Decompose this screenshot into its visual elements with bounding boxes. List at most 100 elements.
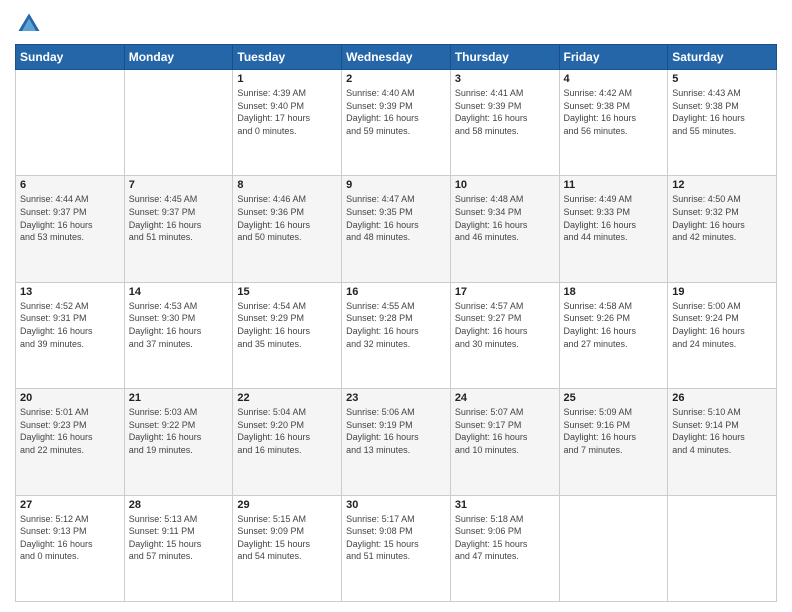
- calendar-week-row: 1 Sunrise: 4:39 AM Sunset: 9:40 PM Daylig…: [16, 70, 777, 176]
- day-info: Sunrise: 4:46 AM Sunset: 9:36 PM Dayligh…: [237, 193, 337, 243]
- calendar-week-row: 20 Sunrise: 5:01 AM Sunset: 9:23 PM Dayli…: [16, 389, 777, 495]
- day-number: 23: [346, 392, 446, 404]
- day-number: 6: [20, 179, 120, 191]
- day-number: 27: [20, 499, 120, 511]
- calendar-cell: 27 Sunrise: 5:12 AM Sunset: 9:13 PM Dayli…: [16, 495, 125, 601]
- calendar-week-row: 6Sunrise: 4:44 AM Sunset: 9:37 PM Daylig…: [16, 176, 777, 282]
- day-info: Sunrise: 4:57 AM Sunset: 9:27 PM Dayligh…: [455, 300, 555, 350]
- day-number: 19: [672, 286, 772, 298]
- calendar-cell: 22Sunrise: 5:04 AM Sunset: 9:20 PM Dayli…: [233, 389, 342, 495]
- day-info: Sunrise: 4:47 AM Sunset: 9:35 PM Dayligh…: [346, 193, 446, 243]
- day-info: Sunrise: 4:58 AM Sunset: 9:26 PM Dayligh…: [564, 300, 664, 350]
- calendar-cell: [16, 70, 125, 176]
- calendar-cell: 15Sunrise: 4:54 AM Sunset: 9:29 PM Dayli…: [233, 282, 342, 388]
- day-info: Sunrise: 5:10 AM Sunset: 9:14 PM Dayligh…: [672, 406, 772, 456]
- day-of-week-header: Sunday: [16, 45, 125, 70]
- calendar-cell: 19 Sunrise: 5:00 AM Sunset: 9:24 PM Dayli…: [668, 282, 777, 388]
- day-number: 18: [564, 286, 664, 298]
- day-info: Sunrise: 5:13 AM Sunset: 9:11 PM Dayligh…: [129, 513, 229, 563]
- calendar-cell: 1 Sunrise: 4:39 AM Sunset: 9:40 PM Daylig…: [233, 70, 342, 176]
- day-info: Sunrise: 5:12 AM Sunset: 9:13 PM Dayligh…: [20, 513, 120, 563]
- calendar-cell: 14 Sunrise: 4:53 AM Sunset: 9:30 PM Dayli…: [124, 282, 233, 388]
- day-number: 16: [346, 286, 446, 298]
- day-info: Sunrise: 4:50 AM Sunset: 9:32 PM Dayligh…: [672, 193, 772, 243]
- day-info: Sunrise: 5:06 AM Sunset: 9:19 PM Dayligh…: [346, 406, 446, 456]
- calendar-cell: 4 Sunrise: 4:42 AM Sunset: 9:38 PM Daylig…: [559, 70, 668, 176]
- calendar-cell: [559, 495, 668, 601]
- day-info: Sunrise: 5:01 AM Sunset: 9:23 PM Dayligh…: [20, 406, 120, 456]
- calendar-cell: 17 Sunrise: 4:57 AM Sunset: 9:27 PM Dayli…: [450, 282, 559, 388]
- calendar-week-row: 27 Sunrise: 5:12 AM Sunset: 9:13 PM Dayli…: [16, 495, 777, 601]
- calendar-cell: 24Sunrise: 5:07 AM Sunset: 9:17 PM Dayli…: [450, 389, 559, 495]
- logo-icon: [15, 10, 43, 38]
- day-info: Sunrise: 4:52 AM Sunset: 9:31 PM Dayligh…: [20, 300, 120, 350]
- day-number: 20: [20, 392, 120, 404]
- day-info: Sunrise: 5:03 AM Sunset: 9:22 PM Dayligh…: [129, 406, 229, 456]
- day-number: 30: [346, 499, 446, 511]
- day-info: Sunrise: 5:18 AM Sunset: 9:06 PM Dayligh…: [455, 513, 555, 563]
- calendar-cell: 26 Sunrise: 5:10 AM Sunset: 9:14 PM Dayli…: [668, 389, 777, 495]
- calendar-cell: [124, 70, 233, 176]
- day-of-week-header: Monday: [124, 45, 233, 70]
- day-number: 28: [129, 499, 229, 511]
- calendar-cell: 8Sunrise: 4:46 AM Sunset: 9:36 PM Daylig…: [233, 176, 342, 282]
- day-info: Sunrise: 4:42 AM Sunset: 9:38 PM Dayligh…: [564, 87, 664, 137]
- calendar-cell: 9 Sunrise: 4:47 AM Sunset: 9:35 PM Daylig…: [342, 176, 451, 282]
- day-of-week-header: Wednesday: [342, 45, 451, 70]
- day-number: 3: [455, 73, 555, 85]
- day-of-week-header: Friday: [559, 45, 668, 70]
- calendar-cell: 3Sunrise: 4:41 AM Sunset: 9:39 PM Daylig…: [450, 70, 559, 176]
- day-number: 1: [237, 73, 337, 85]
- day-number: 5: [672, 73, 772, 85]
- day-info: Sunrise: 5:00 AM Sunset: 9:24 PM Dayligh…: [672, 300, 772, 350]
- day-of-week-header: Thursday: [450, 45, 559, 70]
- day-number: 31: [455, 499, 555, 511]
- calendar-cell: [668, 495, 777, 601]
- calendar-cell: 30 Sunrise: 5:17 AM Sunset: 9:08 PM Dayli…: [342, 495, 451, 601]
- day-number: 10: [455, 179, 555, 191]
- day-info: Sunrise: 5:09 AM Sunset: 9:16 PM Dayligh…: [564, 406, 664, 456]
- day-number: 17: [455, 286, 555, 298]
- day-number: 13: [20, 286, 120, 298]
- day-info: Sunrise: 4:39 AM Sunset: 9:40 PM Dayligh…: [237, 87, 337, 137]
- day-info: Sunrise: 4:43 AM Sunset: 9:38 PM Dayligh…: [672, 87, 772, 137]
- day-info: Sunrise: 4:45 AM Sunset: 9:37 PM Dayligh…: [129, 193, 229, 243]
- day-info: Sunrise: 4:53 AM Sunset: 9:30 PM Dayligh…: [129, 300, 229, 350]
- calendar-cell: 16 Sunrise: 4:55 AM Sunset: 9:28 PM Dayli…: [342, 282, 451, 388]
- calendar-cell: 28 Sunrise: 5:13 AM Sunset: 9:11 PM Dayli…: [124, 495, 233, 601]
- day-number: 25: [564, 392, 664, 404]
- calendar-cell: 5 Sunrise: 4:43 AM Sunset: 9:38 PM Daylig…: [668, 70, 777, 176]
- page: SundayMondayTuesdayWednesdayThursdayFrid…: [0, 0, 792, 612]
- day-number: 11: [564, 179, 664, 191]
- calendar-cell: 11 Sunrise: 4:49 AM Sunset: 9:33 PM Dayli…: [559, 176, 668, 282]
- day-number: 21: [129, 392, 229, 404]
- day-info: Sunrise: 4:40 AM Sunset: 9:39 PM Dayligh…: [346, 87, 446, 137]
- day-info: Sunrise: 5:07 AM Sunset: 9:17 PM Dayligh…: [455, 406, 555, 456]
- calendar-cell: 2Sunrise: 4:40 AM Sunset: 9:39 PM Daylig…: [342, 70, 451, 176]
- day-info: Sunrise: 5:17 AM Sunset: 9:08 PM Dayligh…: [346, 513, 446, 563]
- day-number: 15: [237, 286, 337, 298]
- calendar-cell: 31 Sunrise: 5:18 AM Sunset: 9:06 PM Dayli…: [450, 495, 559, 601]
- day-number: 22: [237, 392, 337, 404]
- day-number: 7: [129, 179, 229, 191]
- header: [15, 10, 777, 38]
- day-number: 9: [346, 179, 446, 191]
- calendar-cell: 20 Sunrise: 5:01 AM Sunset: 9:23 PM Dayli…: [16, 389, 125, 495]
- calendar-cell: 18 Sunrise: 4:58 AM Sunset: 9:26 PM Dayli…: [559, 282, 668, 388]
- day-number: 4: [564, 73, 664, 85]
- calendar-header-row: SundayMondayTuesdayWednesdayThursdayFrid…: [16, 45, 777, 70]
- calendar-week-row: 13 Sunrise: 4:52 AM Sunset: 9:31 PM Dayli…: [16, 282, 777, 388]
- day-number: 14: [129, 286, 229, 298]
- calendar-cell: 29Sunrise: 5:15 AM Sunset: 9:09 PM Dayli…: [233, 495, 342, 601]
- day-of-week-header: Tuesday: [233, 45, 342, 70]
- calendar-cell: 10 Sunrise: 4:48 AM Sunset: 9:34 PM Dayli…: [450, 176, 559, 282]
- day-number: 29: [237, 499, 337, 511]
- day-info: Sunrise: 4:48 AM Sunset: 9:34 PM Dayligh…: [455, 193, 555, 243]
- calendar-cell: 13 Sunrise: 4:52 AM Sunset: 9:31 PM Dayli…: [16, 282, 125, 388]
- day-number: 26: [672, 392, 772, 404]
- day-info: Sunrise: 4:49 AM Sunset: 9:33 PM Dayligh…: [564, 193, 664, 243]
- calendar-cell: 25 Sunrise: 5:09 AM Sunset: 9:16 PM Dayli…: [559, 389, 668, 495]
- calendar-table: SundayMondayTuesdayWednesdayThursdayFrid…: [15, 44, 777, 602]
- day-of-week-header: Saturday: [668, 45, 777, 70]
- day-info: Sunrise: 4:55 AM Sunset: 9:28 PM Dayligh…: [346, 300, 446, 350]
